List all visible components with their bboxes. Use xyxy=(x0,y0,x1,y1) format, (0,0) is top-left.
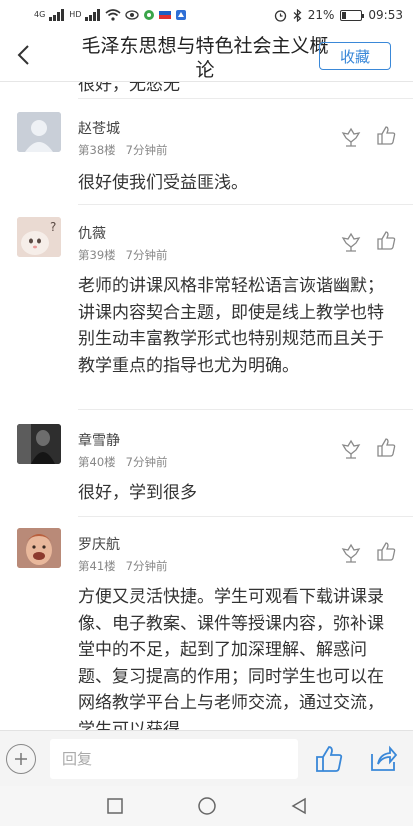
thumbs-up-icon[interactable] xyxy=(375,540,397,562)
eye-icon xyxy=(125,10,140,20)
avatar[interactable]: ? xyxy=(17,217,61,257)
avatar[interactable] xyxy=(17,528,61,568)
divider xyxy=(78,98,413,99)
username[interactable]: 章雪静 xyxy=(78,430,120,450)
username[interactable]: 赵苍城 xyxy=(78,118,120,138)
wifi-icon xyxy=(105,9,122,21)
thumbs-up-icon[interactable] xyxy=(375,124,397,146)
status-bar: 4G HD 21% 09:53 xyxy=(0,0,413,30)
bluetooth-icon xyxy=(293,8,302,22)
avatar[interactable] xyxy=(17,424,61,464)
floor-number: 第41楼 xyxy=(78,559,116,573)
reply-bar xyxy=(0,730,413,786)
share-icon[interactable] xyxy=(368,744,398,774)
status-right: 21% 09:53 xyxy=(274,8,403,22)
thumbs-up-icon[interactable] xyxy=(375,229,397,251)
comment-text: 很好，学到很多 xyxy=(78,483,197,503)
comment-list[interactable]: 很好，无愁无 赵苍城 第38楼 7分钟前 很好使我们受益匪浅。 ? 仇薇 第39… xyxy=(0,82,413,730)
cat-avatar-image: ? xyxy=(17,217,61,257)
chevron-left-icon xyxy=(17,45,29,65)
floor-number: 第38楼 xyxy=(78,143,116,157)
hd-label: HD xyxy=(69,10,82,19)
back-button[interactable] xyxy=(10,40,38,70)
add-button[interactable] xyxy=(6,744,36,774)
comment-meta: 第41楼 7分钟前 xyxy=(78,558,167,574)
network-type-label: 4G xyxy=(34,10,46,19)
triangle-back-icon xyxy=(291,797,306,815)
truncated-comment-text: 很好，无愁无 xyxy=(78,82,180,95)
flag-icon xyxy=(159,11,172,19)
username[interactable]: 罗庆航 xyxy=(78,534,120,554)
battery-percent: 21% xyxy=(307,8,335,22)
thumbs-up-icon[interactable] xyxy=(375,436,397,458)
comment-meta: 第39楼 7分钟前 xyxy=(78,247,167,263)
post-time: 7分钟前 xyxy=(125,143,168,157)
floor-number: 第39楼 xyxy=(78,248,116,262)
divider xyxy=(78,204,413,205)
thumbs-up-icon[interactable] xyxy=(314,744,344,774)
divider xyxy=(78,409,413,410)
plus-icon xyxy=(15,753,27,765)
app-header: 毛泽东思想与特色社会主义概论 收藏 xyxy=(0,30,413,82)
comment-text: 方便又灵活快捷。学生可观看下载讲课录像、电子教案、课件等授课内容，弥补课堂中的不… xyxy=(78,587,384,730)
floor-number: 第40楼 xyxy=(78,455,116,469)
circle-icon xyxy=(197,797,216,815)
signal-icon xyxy=(49,9,65,21)
post-time: 7分钟前 xyxy=(125,559,168,573)
comment-text: 很好使我们受益匪浅。 xyxy=(78,173,248,193)
svg-text:?: ? xyxy=(50,220,56,234)
username[interactable]: 仇薇 xyxy=(78,223,106,243)
app-icon xyxy=(144,10,155,20)
flower-icon[interactable] xyxy=(340,230,362,252)
app-icon-2 xyxy=(176,10,187,20)
recents-button[interactable] xyxy=(104,795,126,817)
reply-input[interactable] xyxy=(50,739,298,779)
comment-meta: 第40楼 7分钟前 xyxy=(78,454,167,470)
signal-icon-2 xyxy=(85,9,101,21)
collect-button[interactable]: 收藏 xyxy=(319,42,391,70)
flower-icon[interactable] xyxy=(340,541,362,563)
face-avatar-image xyxy=(17,528,61,568)
back-nav-button[interactable] xyxy=(288,795,310,817)
photo-avatar-image xyxy=(17,424,61,464)
battery-icon xyxy=(340,9,365,21)
default-avatar-icon xyxy=(17,112,61,152)
divider xyxy=(78,516,413,517)
comment-meta: 第38楼 7分钟前 xyxy=(78,142,167,158)
flower-icon[interactable] xyxy=(340,125,362,147)
status-left: 4G HD xyxy=(34,9,187,21)
flower-icon[interactable] xyxy=(340,437,362,459)
alarm-icon xyxy=(274,9,286,22)
avatar[interactable] xyxy=(17,112,61,152)
clock: 09:53 xyxy=(368,8,403,22)
home-button[interactable] xyxy=(196,795,218,817)
comment-text: 老师的讲课风格非常轻松语言诙谐幽默；讲课内容契合主题，即使是线上教学也特别生动丰… xyxy=(78,276,384,376)
post-time: 7分钟前 xyxy=(125,248,168,262)
square-icon xyxy=(106,798,123,814)
system-nav-bar xyxy=(0,786,413,826)
post-time: 7分钟前 xyxy=(125,455,168,469)
page-title: 毛泽东思想与特色社会主义概论 xyxy=(81,35,329,81)
